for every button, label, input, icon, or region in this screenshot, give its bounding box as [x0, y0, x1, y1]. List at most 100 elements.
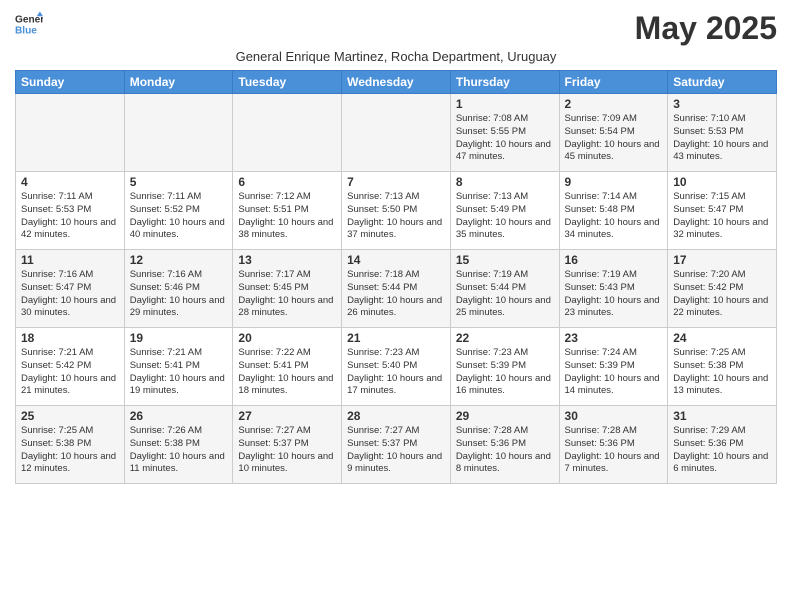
calendar-cell: 13 Sunrise: 7:17 AM Sunset: 5:45 PM Dayli… — [233, 250, 342, 328]
calendar-table: Sunday Monday Tuesday Wednesday Thursday… — [15, 70, 777, 484]
day-info: Sunrise: 7:12 AM Sunset: 5:51 PM Dayligh… — [238, 191, 336, 242]
day-number: 14 — [347, 253, 445, 267]
calendar-cell — [16, 94, 125, 172]
calendar-cell: 31 Sunrise: 7:29 AM Sunset: 5:36 PM Dayli… — [668, 406, 777, 484]
calendar-cell: 2Sunrise: 7:09 AM Sunset: 5:54 PM Daylig… — [559, 94, 668, 172]
calendar-cell: 23Sunrise: 7:24 AM Sunset: 5:39 PM Dayli… — [559, 328, 668, 406]
day-number: 16 — [565, 253, 663, 267]
day-number: 21 — [347, 331, 445, 345]
svg-text:Blue: Blue — [15, 25, 37, 36]
day-number: 17 — [673, 253, 771, 267]
calendar-cell: 7Sunrise: 7:13 AM Sunset: 5:50 PM Daylig… — [342, 172, 451, 250]
day-number: 31 — [673, 409, 771, 423]
calendar-week-1: 4 Sunrise: 7:11 AM Sunset: 5:53 PM Daylig… — [16, 172, 777, 250]
header-row: Sunday Monday Tuesday Wednesday Thursday… — [16, 71, 777, 94]
day-info: Sunrise: 7:23 AM Sunset: 5:39 PM Dayligh… — [456, 347, 554, 398]
month-title: May 2025 — [635, 10, 777, 47]
day-info: Sunrise: 7:17 AM Sunset: 5:45 PM Dayligh… — [238, 269, 336, 320]
day-number: 11 — [21, 253, 119, 267]
day-number: 13 — [238, 253, 336, 267]
day-number: 12 — [130, 253, 228, 267]
calendar-week-2: 11 Sunrise: 7:16 AM Sunset: 5:47 PM Dayli… — [16, 250, 777, 328]
logo: General Blue — [15, 10, 43, 38]
calendar-cell: 28Sunrise: 7:27 AM Sunset: 5:37 PM Dayli… — [342, 406, 451, 484]
day-number: 9 — [565, 175, 663, 189]
day-info: Sunrise: 7:21 AM Sunset: 5:42 PM Dayligh… — [21, 347, 119, 398]
header: General Blue May 2025 — [15, 10, 777, 47]
calendar-cell: 29 Sunrise: 7:28 AM Sunset: 5:36 PM Dayli… — [450, 406, 559, 484]
calendar-cell — [233, 94, 342, 172]
day-number: 30 — [565, 409, 663, 423]
calendar-cell: 24Sunrise: 7:25 AM Sunset: 5:38 PM Dayli… — [668, 328, 777, 406]
day-info: Sunrise: 7:19 AM Sunset: 5:44 PM Dayligh… — [456, 269, 554, 320]
col-friday: Friday — [559, 71, 668, 94]
day-number: 18 — [21, 331, 119, 345]
calendar-week-3: 18 Sunrise: 7:21 AM Sunset: 5:42 PM Dayli… — [16, 328, 777, 406]
calendar-week-0: 1 Sunrise: 7:08 AM Sunset: 5:55 PM Daylig… — [16, 94, 777, 172]
col-thursday: Thursday — [450, 71, 559, 94]
day-info: Sunrise: 7:10 AM Sunset: 5:53 PM Dayligh… — [673, 113, 771, 164]
day-number: 15 — [456, 253, 554, 267]
calendar-cell: 1 Sunrise: 7:08 AM Sunset: 5:55 PM Daylig… — [450, 94, 559, 172]
day-info: Sunrise: 7:29 AM Sunset: 5:36 PM Dayligh… — [673, 425, 771, 476]
day-info: Sunrise: 7:13 AM Sunset: 5:49 PM Dayligh… — [456, 191, 554, 242]
day-info: Sunrise: 7:20 AM Sunset: 5:42 PM Dayligh… — [673, 269, 771, 320]
calendar-cell: 21Sunrise: 7:23 AM Sunset: 5:40 PM Dayli… — [342, 328, 451, 406]
day-number: 10 — [673, 175, 771, 189]
day-number: 7 — [347, 175, 445, 189]
calendar-cell: 12 Sunrise: 7:16 AM Sunset: 5:46 PM Dayli… — [124, 250, 233, 328]
col-monday: Monday — [124, 71, 233, 94]
day-info: Sunrise: 7:19 AM Sunset: 5:43 PM Dayligh… — [565, 269, 663, 320]
day-number: 19 — [130, 331, 228, 345]
calendar-cell — [124, 94, 233, 172]
calendar-cell: 22 Sunrise: 7:23 AM Sunset: 5:39 PM Dayli… — [450, 328, 559, 406]
calendar-cell: 9 Sunrise: 7:14 AM Sunset: 5:48 PM Daylig… — [559, 172, 668, 250]
day-info: Sunrise: 7:16 AM Sunset: 5:46 PM Dayligh… — [130, 269, 228, 320]
day-number: 4 — [21, 175, 119, 189]
day-info: Sunrise: 7:25 AM Sunset: 5:38 PM Dayligh… — [21, 425, 119, 476]
subtitle: General Enrique Martinez, Rocha Departme… — [15, 49, 777, 64]
calendar-cell: 6 Sunrise: 7:12 AM Sunset: 5:51 PM Daylig… — [233, 172, 342, 250]
calendar-cell: 19 Sunrise: 7:21 AM Sunset: 5:41 PM Dayli… — [124, 328, 233, 406]
day-info: Sunrise: 7:16 AM Sunset: 5:47 PM Dayligh… — [21, 269, 119, 320]
calendar-week-4: 25Sunrise: 7:25 AM Sunset: 5:38 PM Dayli… — [16, 406, 777, 484]
day-info: Sunrise: 7:27 AM Sunset: 5:37 PM Dayligh… — [347, 425, 445, 476]
day-number: 22 — [456, 331, 554, 345]
day-number: 5 — [130, 175, 228, 189]
day-number: 6 — [238, 175, 336, 189]
col-sunday: Sunday — [16, 71, 125, 94]
day-number: 1 — [456, 97, 554, 111]
calendar-cell — [342, 94, 451, 172]
day-info: Sunrise: 7:21 AM Sunset: 5:41 PM Dayligh… — [130, 347, 228, 398]
col-tuesday: Tuesday — [233, 71, 342, 94]
day-info: Sunrise: 7:28 AM Sunset: 5:36 PM Dayligh… — [456, 425, 554, 476]
day-number: 26 — [130, 409, 228, 423]
day-info: Sunrise: 7:08 AM Sunset: 5:55 PM Dayligh… — [456, 113, 554, 164]
day-info: Sunrise: 7:27 AM Sunset: 5:37 PM Dayligh… — [238, 425, 336, 476]
calendar-cell: 25Sunrise: 7:25 AM Sunset: 5:38 PM Dayli… — [16, 406, 125, 484]
day-info: Sunrise: 7:11 AM Sunset: 5:52 PM Dayligh… — [130, 191, 228, 242]
day-number: 27 — [238, 409, 336, 423]
calendar-body: 1 Sunrise: 7:08 AM Sunset: 5:55 PM Daylig… — [16, 94, 777, 484]
day-info: Sunrise: 7:28 AM Sunset: 5:36 PM Dayligh… — [565, 425, 663, 476]
calendar-cell: 4 Sunrise: 7:11 AM Sunset: 5:53 PM Daylig… — [16, 172, 125, 250]
logo-icon: General Blue — [15, 10, 43, 38]
day-number: 24 — [673, 331, 771, 345]
day-number: 20 — [238, 331, 336, 345]
calendar-cell: 3 Sunrise: 7:10 AM Sunset: 5:53 PM Daylig… — [668, 94, 777, 172]
calendar-cell: 30 Sunrise: 7:28 AM Sunset: 5:36 PM Dayli… — [559, 406, 668, 484]
calendar-cell: 27 Sunrise: 7:27 AM Sunset: 5:37 PM Dayli… — [233, 406, 342, 484]
day-info: Sunrise: 7:24 AM Sunset: 5:39 PM Dayligh… — [565, 347, 663, 398]
day-number: 29 — [456, 409, 554, 423]
calendar-cell: 18 Sunrise: 7:21 AM Sunset: 5:42 PM Dayli… — [16, 328, 125, 406]
calendar-cell: 16 Sunrise: 7:19 AM Sunset: 5:43 PM Dayli… — [559, 250, 668, 328]
page: General Blue May 2025 General Enrique Ma… — [0, 0, 792, 494]
day-number: 3 — [673, 97, 771, 111]
calendar-cell: 8Sunrise: 7:13 AM Sunset: 5:49 PM Daylig… — [450, 172, 559, 250]
day-info: Sunrise: 7:14 AM Sunset: 5:48 PM Dayligh… — [565, 191, 663, 242]
calendar-cell: 14 Sunrise: 7:18 AM Sunset: 5:44 PM Dayli… — [342, 250, 451, 328]
day-info: Sunrise: 7:18 AM Sunset: 5:44 PM Dayligh… — [347, 269, 445, 320]
calendar-cell: 17 Sunrise: 7:20 AM Sunset: 5:42 PM Dayli… — [668, 250, 777, 328]
col-saturday: Saturday — [668, 71, 777, 94]
day-info: Sunrise: 7:11 AM Sunset: 5:53 PM Dayligh… — [21, 191, 119, 242]
